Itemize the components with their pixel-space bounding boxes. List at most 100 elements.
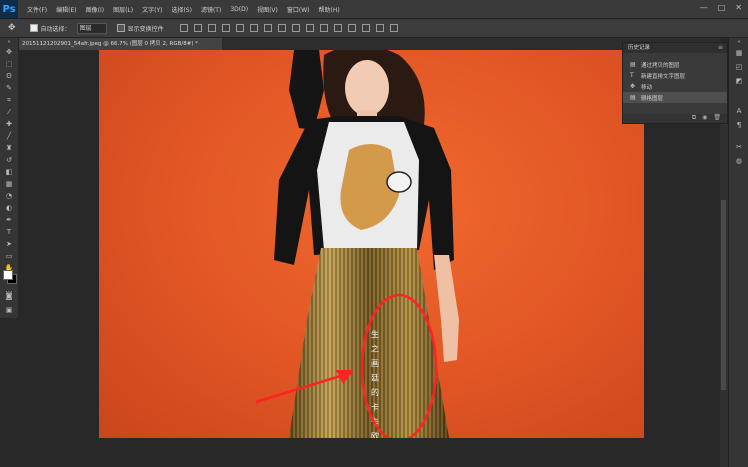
photoshop-logo: Ps xyxy=(0,0,18,18)
eyedropper-tool-icon[interactable]: ⁄ xyxy=(0,106,18,118)
move-tool-icon[interactable]: ✥ xyxy=(8,23,16,33)
auto-select-checkbox[interactable] xyxy=(29,24,38,32)
tools-dock-icon[interactable]: ✂ xyxy=(729,140,748,154)
layers-dock-icon[interactable]: ◍ xyxy=(729,154,748,168)
distribute-top-icon[interactable] xyxy=(263,24,272,32)
history-panel-title[interactable]: 历史记录 xyxy=(628,45,650,51)
eraser-tool-icon[interactable]: ◧ xyxy=(0,166,18,178)
minimize-icon[interactable]: — xyxy=(700,3,708,12)
history-item-label: 移动 xyxy=(641,84,653,91)
trash-icon[interactable]: 🗑 xyxy=(713,114,721,123)
type-tool-icon[interactable]: T xyxy=(0,226,18,238)
history-brush-tool-icon[interactable]: ↺ xyxy=(0,154,18,166)
photoshop-window: Ps 文件(F) 编辑(E) 图像(I) 图层(L) 文字(Y) 选择(S) 滤… xyxy=(0,0,748,467)
right-dock: « ▦ ◰ ◩ A ¶ ✂ ◍ xyxy=(728,38,748,467)
history-item-selected[interactable]: ▤ 删格图层 xyxy=(623,92,727,103)
auto-select-dropdown[interactable]: 图层 xyxy=(76,22,107,34)
layer-icon: ▤ xyxy=(630,61,636,68)
scrollbar-thumb[interactable] xyxy=(721,200,726,390)
properties-dock-icon[interactable]: ◰ xyxy=(729,60,748,74)
3d-mode-icon[interactable] xyxy=(361,24,370,32)
shape-tool-icon[interactable]: ▭ xyxy=(0,250,18,262)
history-panel-header: 历史记录 ≡ xyxy=(623,43,727,53)
auto-align-icon[interactable] xyxy=(347,24,356,32)
menu-view[interactable]: 视图(V) xyxy=(257,5,278,14)
distribute-vcenter-icon[interactable] xyxy=(277,24,286,32)
panel-collapse-icon[interactable]: » xyxy=(0,38,18,46)
3d-pan-icon[interactable] xyxy=(389,24,398,32)
marquee-tool-icon[interactable]: ⬚ xyxy=(0,58,18,70)
window-controls: — □ ✕ xyxy=(700,3,742,12)
history-dock-icon[interactable]: ▦ xyxy=(729,46,748,60)
show-transform-label: 显示变换控件 xyxy=(127,25,164,33)
foreground-color-swatch[interactable] xyxy=(3,270,13,280)
maximize-icon[interactable]: □ xyxy=(718,3,726,12)
options-bar: ✥ 自动选择： 图层 显示变换控件 xyxy=(0,19,748,38)
menu-bar: Ps 文件(F) 编辑(E) 图像(I) 图层(L) 文字(Y) 选择(S) 滤… xyxy=(0,0,748,19)
menu-edit[interactable]: 编辑(E) xyxy=(56,5,76,14)
quick-mask-icon[interactable]: ◙ xyxy=(0,290,18,302)
dodge-tool-icon[interactable]: ◐ xyxy=(0,202,18,214)
close-icon[interactable]: ✕ xyxy=(735,3,742,12)
jacket-raised-arm xyxy=(289,50,324,130)
history-item-label: 通过拷贝的图层 xyxy=(641,62,680,69)
distribute-hcenter-icon[interactable] xyxy=(319,24,328,32)
move-icon: ✥ xyxy=(630,83,636,90)
menu-help[interactable]: 帮助(H) xyxy=(319,5,340,14)
paragraph-dock-icon[interactable]: ¶ xyxy=(729,118,748,132)
align-bottom-icon[interactable] xyxy=(207,24,216,32)
menu-type[interactable]: 文字(Y) xyxy=(142,5,162,14)
screen-mode-icon[interactable]: ▣ xyxy=(0,304,18,316)
align-hcenter-icon[interactable] xyxy=(235,24,244,32)
document-tab[interactable]: 20151121202901_54afr.jpeg @ 66.7% (图层 0 … xyxy=(18,38,222,50)
type-icon: T xyxy=(630,72,634,79)
align-buttons xyxy=(179,24,398,32)
distribute-bottom-icon[interactable] xyxy=(291,24,300,32)
menu-window[interactable]: 窗口(W) xyxy=(287,5,310,14)
quick-select-tool-icon[interactable]: ✎ xyxy=(0,82,18,94)
right-arm-shape xyxy=(434,255,459,362)
menu-3d[interactable]: 3D(D) xyxy=(230,6,248,13)
align-left-icon[interactable] xyxy=(221,24,230,32)
menu-image[interactable]: 图像(I) xyxy=(86,5,104,14)
shirt-graphic-bubble xyxy=(386,171,412,193)
history-item[interactable]: ✥ 移动 xyxy=(623,81,727,92)
path-select-tool-icon[interactable]: ➤ xyxy=(0,238,18,250)
align-right-icon[interactable] xyxy=(249,24,258,32)
gradient-tool-icon[interactable]: ▦ xyxy=(0,178,18,190)
healing-brush-tool-icon[interactable]: ✚ xyxy=(0,118,18,130)
brush-tool-icon[interactable]: ╱ xyxy=(0,130,18,142)
history-item[interactable]: ▤ 通过拷贝的图层 xyxy=(623,59,727,70)
dock-collapse-icon[interactable]: « xyxy=(729,38,748,46)
panel-menu-icon[interactable]: ≡ xyxy=(718,43,723,53)
distribute-left-icon[interactable] xyxy=(305,24,314,32)
history-item[interactable]: T 新建直排文字图层 xyxy=(623,70,727,81)
pen-tool-icon[interactable]: ✒ xyxy=(0,214,18,226)
move-tool-icon[interactable]: ✥ xyxy=(0,46,18,58)
new-document-from-state-icon[interactable]: ⧉ xyxy=(692,114,696,123)
history-panel: 历史记录 ≡ ▤ 通过拷贝的图层 T 新建直排文字图层 ✥ 移动 ▤ 删格图层 … xyxy=(622,42,728,124)
adjustments-dock-icon[interactable]: ◩ xyxy=(729,74,748,88)
3d-rotate-icon[interactable] xyxy=(375,24,384,32)
align-top-icon[interactable] xyxy=(179,24,188,32)
menu-select[interactable]: 选择(S) xyxy=(171,5,192,14)
show-transform-checkbox[interactable] xyxy=(116,24,125,32)
photo-artwork: 生 之 画 廷 的 卡 卡 欧 嘉 丽 xyxy=(255,50,459,438)
history-panel-footer: ⧉ ◉ 🗑 xyxy=(623,114,727,123)
character-dock-icon[interactable]: A xyxy=(729,104,748,118)
face-shape xyxy=(345,60,389,116)
menu-file[interactable]: 文件(F) xyxy=(27,5,47,14)
blur-tool-icon[interactable]: ◔ xyxy=(0,190,18,202)
menu-layer[interactable]: 图层(L) xyxy=(113,5,133,14)
clone-stamp-tool-icon[interactable]: ♜ xyxy=(0,142,18,154)
history-item-label: 新建直排文字图层 xyxy=(641,73,686,80)
snapshot-camera-icon[interactable]: ◉ xyxy=(702,114,707,123)
auto-select-label: 自动选择： xyxy=(40,25,71,33)
distribute-right-icon[interactable] xyxy=(333,24,342,32)
layer-icon: ▤ xyxy=(630,94,636,101)
menu-filter[interactable]: 滤镜(T) xyxy=(201,5,221,14)
align-vcenter-icon[interactable] xyxy=(193,24,202,32)
lasso-tool-icon[interactable]: ʘ xyxy=(0,70,18,82)
document-canvas[interactable]: 生 之 画 廷 的 卡 卡 欧 嘉 丽 xyxy=(99,50,644,438)
crop-tool-icon[interactable]: ⌗ xyxy=(0,94,18,106)
